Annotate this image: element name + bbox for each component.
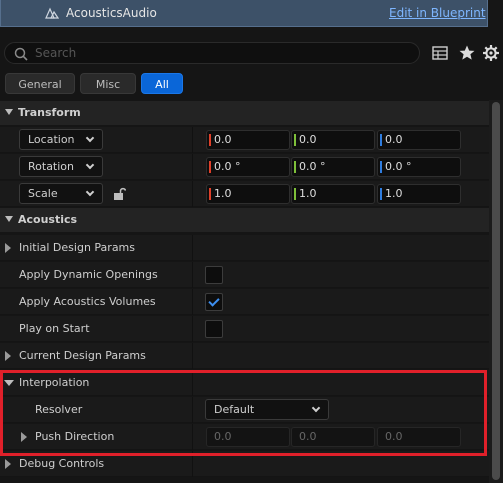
acoustics-category-header[interactable]: Acoustics [0,208,489,232]
chevron-down-icon [85,187,95,197]
transform-category-header[interactable]: Transform [0,101,489,125]
debug-controls-label: Debug Controls [19,457,105,470]
rotation-y-field[interactable]: 0.0 ° [291,157,375,177]
search-placeholder: Search [35,46,77,60]
play-on-start-label: Play on Start [19,322,90,335]
apply-dynamic-openings-row: Apply Dynamic Openings [0,262,489,288]
scale-mode-dropdown[interactable]: Scale [19,183,103,204]
push-direction-z-field[interactable]: 0.0 [377,427,461,447]
chevron-down-icon [85,160,95,170]
filter-tab-general[interactable]: General [5,73,75,94]
initial-design-params-label: Initial Design Params [19,241,135,254]
rotation-row: Rotation 0.0 ° 0.0 ° 0.0 ° [0,154,489,180]
push-direction-row: Push Direction 0.0 0.0 0.0 [0,424,489,450]
chevron-down-icon [311,403,321,413]
expand-arrow-icon[interactable] [5,351,11,361]
unlock-icon[interactable] [112,186,126,201]
scale-x-field[interactable]: 1.0 [206,184,290,204]
location-y-field[interactable]: 0.0 [291,130,375,150]
rotation-x-field[interactable]: 0.0 ° [206,157,290,177]
component-name: AcousticsAudio [66,6,157,20]
location-x-field[interactable]: 0.0 [206,130,290,150]
transform-title: Transform [18,106,81,119]
audio-component-icon [45,7,59,19]
push-direction-y-field[interactable]: 0.0 [291,427,375,447]
apply-acoustics-volumes-row: Apply Acoustics Volumes [0,289,489,315]
expand-arrow-icon[interactable] [21,432,27,442]
initial-design-params-row[interactable]: Initial Design Params [0,235,489,261]
collapse-arrow-icon [5,216,13,222]
location-mode-dropdown[interactable]: Location [19,129,103,150]
rotation-z-field[interactable]: 0.0 ° [377,157,461,177]
current-design-params-label: Current Design Params [19,349,146,362]
play-on-start-row: Play on Start [0,316,489,342]
location-row: Location 0.0 0.0 0.0 [0,127,489,153]
debug-controls-row[interactable]: Debug Controls [0,451,489,477]
scale-y-field[interactable]: 1.0 [291,184,375,204]
search-icon [14,47,28,61]
scale-row: Scale 1.0 1.0 1.0 [0,181,489,207]
resolver-row: Resolver Default [0,397,489,423]
settings-icon[interactable] [482,44,500,62]
location-z-field[interactable]: 0.0 [377,130,461,150]
current-design-params-row[interactable]: Current Design Params [0,343,489,369]
table-view-icon[interactable] [431,44,449,62]
expand-arrow-icon[interactable] [5,243,11,253]
details-header: AcousticsAudio Edit in Blueprint [0,0,503,30]
chevron-down-icon [85,133,95,143]
apply-dynamic-openings-label: Apply Dynamic Openings [19,268,158,281]
scale-z-field[interactable]: 1.0 [377,184,461,204]
star-icon[interactable] [458,44,476,62]
apply-acoustics-volumes-checkbox[interactable] [205,293,223,311]
collapse-arrow-icon[interactable] [4,380,14,386]
apply-acoustics-volumes-label: Apply Acoustics Volumes [19,295,156,308]
play-on-start-checkbox[interactable] [205,320,223,338]
resolver-label: Resolver [35,403,83,416]
scrollbar-thumb[interactable] [492,102,500,480]
push-direction-x-field[interactable]: 0.0 [206,427,290,447]
interpolation-row[interactable]: Interpolation [0,370,489,396]
edit-in-blueprint-link[interactable]: Edit in Blueprint [389,6,486,20]
filter-tab-all[interactable]: All [141,73,183,94]
component-row[interactable]: AcousticsAudio Edit in Blueprint [0,0,488,27]
checkmark-icon [208,295,220,307]
rotation-mode-dropdown[interactable]: Rotation [19,156,103,177]
search-input[interactable]: Search [4,42,420,64]
filter-tab-misc[interactable]: Misc [80,73,136,94]
acoustics-title: Acoustics [18,213,78,226]
expand-arrow-icon[interactable] [5,459,11,469]
push-direction-label: Push Direction [35,430,115,443]
apply-dynamic-openings-checkbox[interactable] [205,266,223,284]
interpolation-label: Interpolation [19,376,90,389]
collapse-arrow-icon [5,109,13,115]
resolver-dropdown[interactable]: Default [205,399,329,420]
